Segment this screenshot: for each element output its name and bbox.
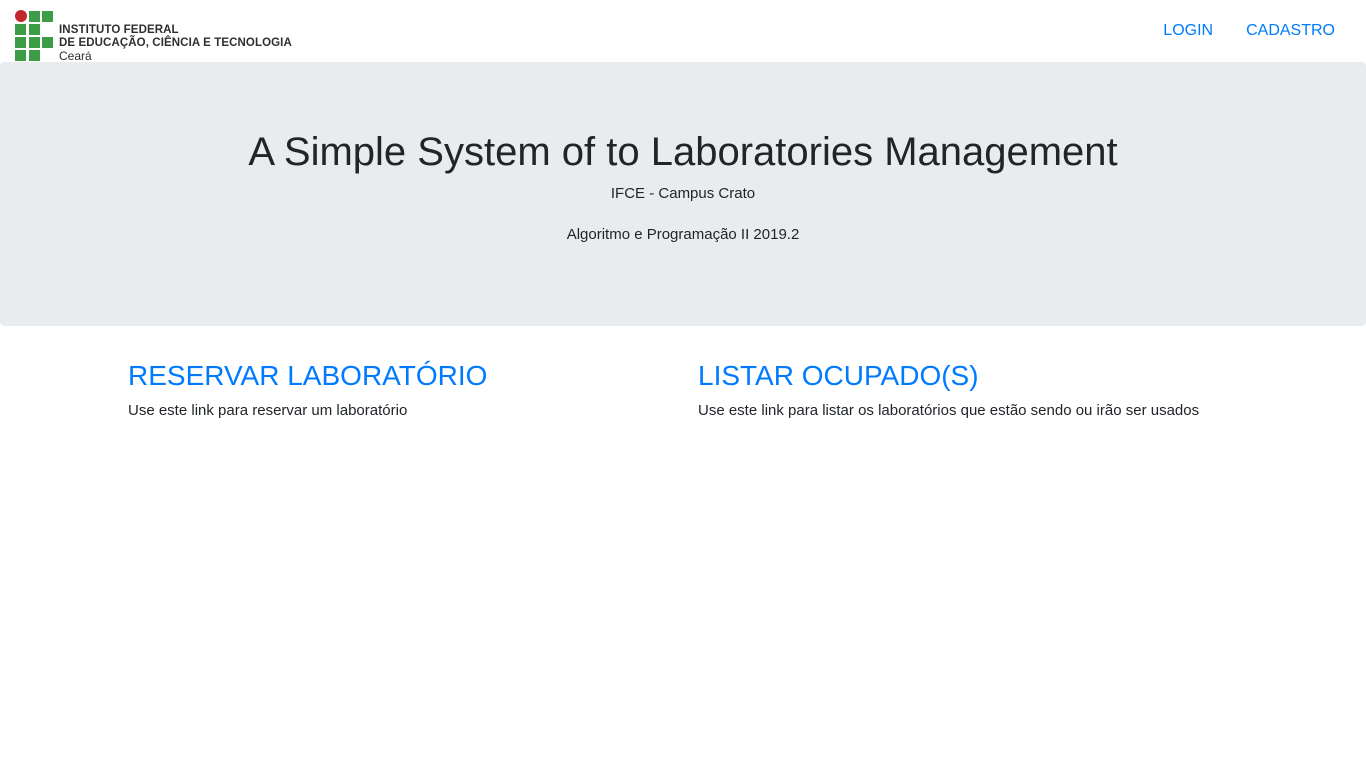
logo-line-1: INSTITUTO FEDERAL [59, 24, 179, 36]
page-title: A Simple System of to Laboratories Manag… [248, 130, 1118, 174]
reserve-lab-description: Use este link para reservar um laboratór… [128, 402, 408, 419]
hero-jumbotron: A Simple System of to Laboratories Manag… [0, 62, 1366, 326]
reserve-lab-link[interactable]: RESERVAR LABORATÓRIO [128, 358, 487, 394]
list-occupied-link[interactable]: LISTAR OCUPADO(S) [698, 358, 1199, 394]
nav-links: LOGIN CADASTRO [1130, 22, 1335, 40]
ifce-logo[interactable]: INSTITUTO FEDERAL DE EDUCAÇÃO, CIÊNCIA E… [15, 10, 292, 63]
login-link[interactable]: LOGIN [1163, 22, 1213, 40]
logo-line-2: DE EDUCAÇÃO, CIÊNCIA E TECNOLOGIA [59, 37, 292, 49]
ifce-logo-icon [15, 10, 55, 62]
reserve-lab-section: RESERVAR LABORATÓRIO Use este link para … [128, 358, 487, 419]
navbar: INSTITUTO FEDERAL DE EDUCAÇÃO, CIÊNCIA E… [0, 0, 1366, 63]
list-occupied-description: Use este link para listar os laboratório… [698, 402, 1200, 419]
cadastro-link[interactable]: CADASTRO [1246, 22, 1335, 40]
logo-text: INSTITUTO FEDERAL DE EDUCAÇÃO, CIÊNCIA E… [59, 24, 292, 63]
campus-subtitle: IFCE - Campus Crato [610, 185, 756, 202]
list-occupied-section: LISTAR OCUPADO(S) Use este link para lis… [698, 358, 1199, 419]
course-subtitle: Algoritmo e Programação II 2019.2 [566, 226, 800, 243]
